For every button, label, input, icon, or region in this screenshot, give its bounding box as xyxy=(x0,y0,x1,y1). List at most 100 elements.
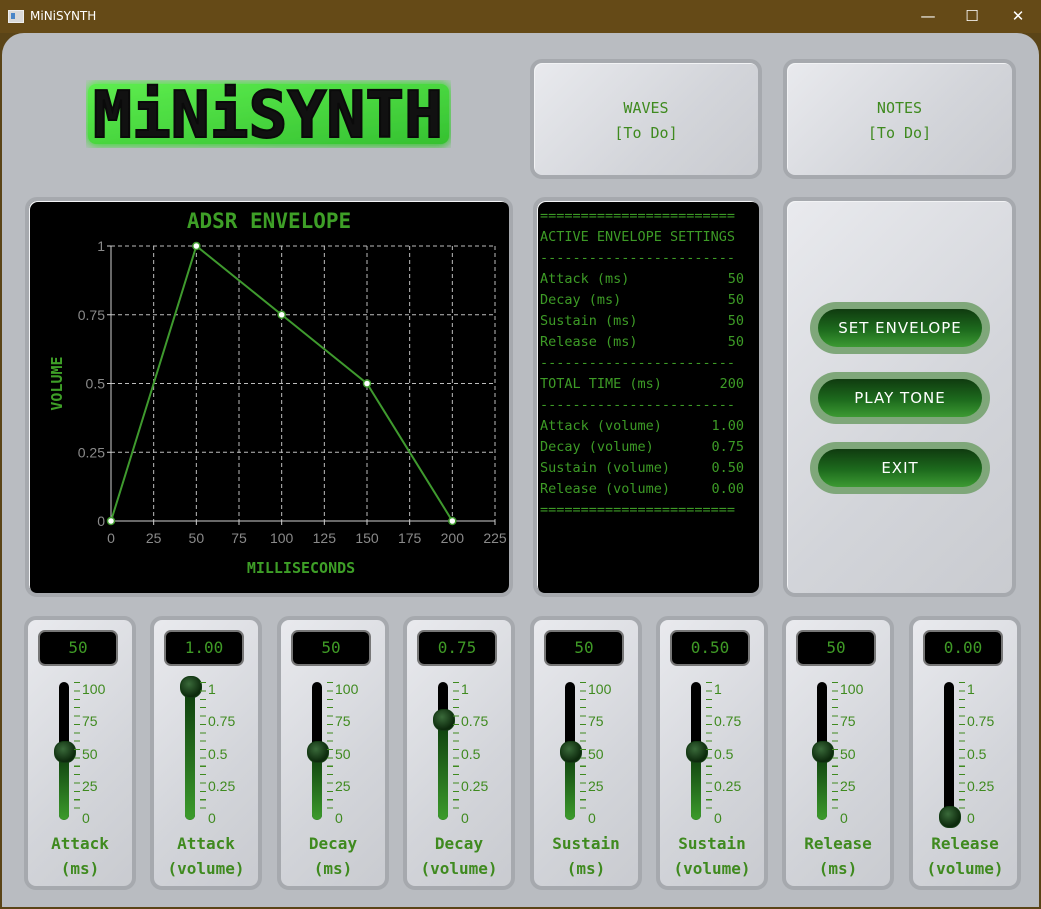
slider-label: Sustain xyxy=(552,834,620,853)
play-tone-label: PLAY TONE xyxy=(818,379,982,417)
setting-row: Sustain (ms) 50 xyxy=(540,311,744,332)
setting-value: 50 xyxy=(727,292,744,308)
setting-label: Decay (volume) xyxy=(540,439,654,455)
slider-track[interactable] xyxy=(307,682,329,820)
x-tick-label: 175 xyxy=(398,530,422,546)
slider-fill xyxy=(185,686,195,820)
y-tick-label: 1 xyxy=(97,238,105,254)
tick-label: 75 xyxy=(335,713,351,729)
tick-label: 1 xyxy=(714,681,722,697)
adsr-chart: 0 25 50 75 100 125 150 175 200 225 0 0.25 0.5 0.75 1 MI… xyxy=(48,238,507,577)
set-envelope-button[interactable]: SET ENVELOPE xyxy=(810,302,990,354)
tick-label: 0.75 xyxy=(208,713,236,729)
x-tick-label: 100 xyxy=(270,530,294,546)
attack-volume-slider-card: 1.00 1 0.75 0.5 0.25 0 Attack (volume) xyxy=(150,616,262,890)
slider-ticks xyxy=(706,682,712,816)
tick-label: 0.25 xyxy=(208,778,236,794)
slider-thumb[interactable] xyxy=(433,708,455,731)
slider-track[interactable] xyxy=(54,682,76,820)
exit-label: EXIT xyxy=(818,449,982,487)
tick-label: 100 xyxy=(335,681,359,697)
notes-panel: NOTES [To Do] xyxy=(783,59,1016,179)
slider-track[interactable] xyxy=(433,682,455,820)
slider-ticks xyxy=(200,682,206,816)
waves-panel: WAVES [To Do] xyxy=(530,59,762,179)
setting-row: Attack (ms) 50 xyxy=(540,269,744,290)
release-volume-slider-card: 0.00 1 0.75 0.5 0.25 0 Release (volume) xyxy=(909,616,1021,890)
separator: ======================== xyxy=(540,502,736,518)
setting-value: 50 xyxy=(727,271,744,287)
envelope-point xyxy=(362,379,372,388)
slider-sublabel: (volume) xyxy=(926,859,1004,878)
slider-track[interactable] xyxy=(686,682,708,820)
tick-label: 0 xyxy=(588,810,596,826)
x-tick-label: 50 xyxy=(189,530,205,546)
slider-ticks xyxy=(580,682,586,816)
slider-fill xyxy=(438,718,448,820)
slider-thumb[interactable] xyxy=(180,676,202,698)
slider-ticks xyxy=(74,682,80,816)
slider-sublabel: (volume) xyxy=(420,859,498,878)
slider-value-display: 50 xyxy=(544,630,624,666)
minimize-button[interactable]: — xyxy=(905,0,951,33)
slider-thumb[interactable] xyxy=(812,741,834,763)
tick-label: 0.5 xyxy=(208,746,228,762)
setting-row: Attack (volume) 1.00 xyxy=(540,416,744,437)
slider-track[interactable] xyxy=(939,682,961,828)
setting-label: Release (ms) xyxy=(540,334,638,350)
setting-row: Sustain (volume) 0.50 xyxy=(540,458,744,479)
tick-label: 100 xyxy=(840,681,864,697)
logo-text: MiNiSYNTH xyxy=(93,80,443,148)
sustain-ms-slider-card: 50 100 75 50 25 0 Sustain (ms) xyxy=(530,616,642,890)
setting-value: 0.50 xyxy=(711,460,744,476)
notes-title: NOTES xyxy=(876,99,923,117)
maximize-button[interactable]: ☐ xyxy=(949,0,995,33)
slider-ticks xyxy=(327,682,333,816)
setting-value: 50 xyxy=(727,334,744,350)
play-tone-button[interactable]: PLAY TONE xyxy=(810,372,990,424)
tick-label: 0 xyxy=(208,810,216,826)
setting-label: Decay (ms) xyxy=(540,292,622,308)
envelope-point xyxy=(448,516,457,526)
y-tick-label: 0 xyxy=(97,513,105,529)
title-bar: MiNiSYNTH — ☐ ✕ xyxy=(0,0,1041,33)
tick-label: 0.5 xyxy=(714,746,734,762)
slider-track[interactable] xyxy=(812,682,834,820)
tick-label: 25 xyxy=(588,778,604,794)
slider-label: Sustain xyxy=(678,834,746,853)
slider-value-display: 0.00 xyxy=(923,630,1003,666)
app-icon xyxy=(8,10,24,23)
x-tick-label: 0 xyxy=(107,530,115,546)
tick-label: 100 xyxy=(588,681,612,697)
slider-thumb[interactable] xyxy=(54,741,76,763)
window-title: MiNiSYNTH xyxy=(30,9,97,23)
setting-row: Decay (ms) 50 xyxy=(540,290,744,311)
setting-value: 50 xyxy=(727,313,744,329)
slider-sublabel: (volume) xyxy=(673,859,751,878)
slider-thumb[interactable] xyxy=(939,806,961,828)
slider-sublabel: (ms) xyxy=(313,859,353,878)
exit-button[interactable]: EXIT xyxy=(810,442,990,494)
divider: ------------------------ xyxy=(540,355,736,371)
tick-label: 0 xyxy=(840,810,848,826)
total-row: TOTAL TIME (ms) 200 xyxy=(540,374,744,395)
slider-track[interactable] xyxy=(560,682,582,820)
y-tick-label: 0.25 xyxy=(78,444,105,460)
tick-label: 75 xyxy=(840,713,856,729)
sustain-volume-slider-card: 0.50 1 0.75 0.5 0.25 0 Sustain (volume) xyxy=(656,616,768,890)
x-tick-label: 75 xyxy=(231,530,247,546)
tick-label: 75 xyxy=(588,713,604,729)
slider-thumb[interactable] xyxy=(560,741,582,763)
slider-track[interactable] xyxy=(180,676,202,820)
slider-thumb[interactable] xyxy=(307,741,329,763)
slider-value-display: 1.00 xyxy=(164,630,244,666)
x-tick-label: 25 xyxy=(146,530,162,546)
slider-thumb[interactable] xyxy=(686,741,708,763)
x-tick-label: 125 xyxy=(313,530,337,546)
setting-value: 0.75 xyxy=(711,439,744,455)
slider-value-display: 0.75 xyxy=(417,630,497,666)
close-button[interactable]: ✕ xyxy=(995,0,1041,33)
divider: ------------------------ xyxy=(540,250,736,266)
slider-value-display: 50 xyxy=(796,630,876,666)
tick-label: 0 xyxy=(82,810,90,826)
